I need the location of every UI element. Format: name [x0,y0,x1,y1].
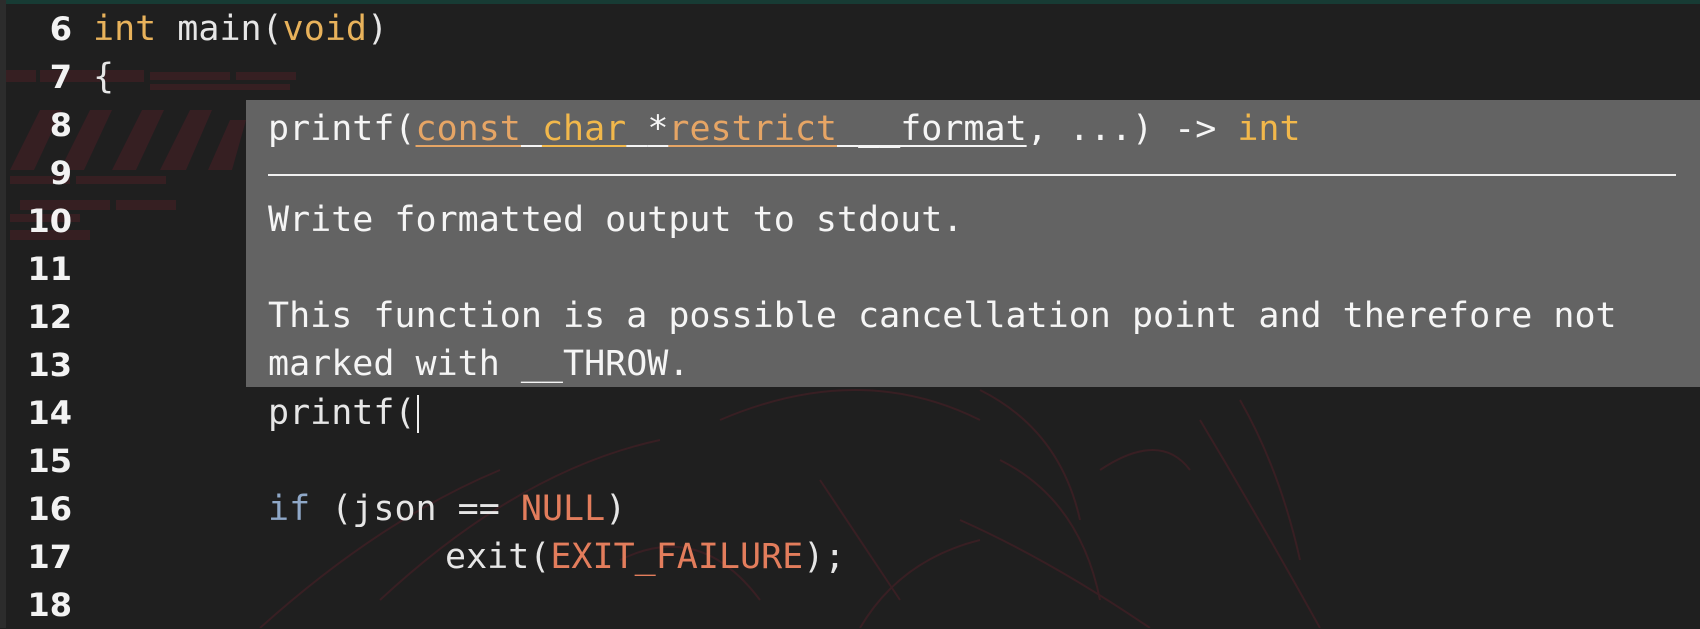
paren: ) [366,9,389,49]
doc-detail-line: This function is a possible cancellation… [268,296,1617,336]
signature-space [837,109,858,149]
code-line-14[interactable]: printf( [268,389,419,437]
signature-space [521,109,542,149]
line-number: 15 [27,442,72,480]
line-number: 6 [49,10,72,48]
paren: ( [261,9,283,49]
param-type: void [282,9,367,49]
if-keyword: if [268,489,311,529]
exit-call: exit( [445,537,551,577]
line-number: 13 [27,346,72,384]
signature-type: char [541,109,627,149]
code-line-7[interactable]: { [93,53,114,101]
signature-space [626,109,647,149]
signature-param-name: __format [858,109,1027,149]
signature-rest: , ...) -> [1026,109,1238,149]
type-keyword: int [93,9,157,49]
code-line-6[interactable]: int main(void) [93,5,388,53]
text-cursor [416,395,419,433]
signature-return-type: int [1237,109,1301,149]
open-brace: { [93,57,115,97]
doc-summary: Write formatted output to stdout. [268,200,964,240]
signature-function-name: printf( [268,109,416,149]
code-line-17[interactable]: exit(EXIT_FAILURE); [445,533,845,581]
line-number: 10 [27,202,72,240]
signature-restrict: restrict [668,109,837,149]
line-number: 8 [49,106,72,144]
signature-pointer: * [647,109,669,149]
line-number: 14 [27,394,72,432]
condition-text: (json == [310,489,521,529]
null-constant: NULL [520,489,606,529]
line-number: 16 [27,490,72,528]
signature-divider [268,174,1676,176]
printf-call: printf( [268,393,416,433]
code-line-16[interactable]: if (json == NULL) [268,485,626,533]
statement-end: ); [803,537,846,577]
line-number: 17 [27,538,72,576]
signature-line: printf(const char *restrict __format, ..… [268,105,1301,153]
exit-failure-constant: EXIT_FAILURE [550,537,804,577]
line-number: 18 [27,586,72,624]
doc-detail-line: marked with __THROW. [268,344,690,384]
line-number: 12 [27,298,72,336]
function-name: main [177,9,262,49]
signature-qualifier: const [415,109,521,149]
signature-help-popup: printf(const char *restrict __format, ..… [246,100,1700,387]
line-number: 11 [27,250,72,288]
paren: ) [605,489,627,529]
line-number: 7 [49,58,72,96]
line-number: 9 [49,154,72,192]
